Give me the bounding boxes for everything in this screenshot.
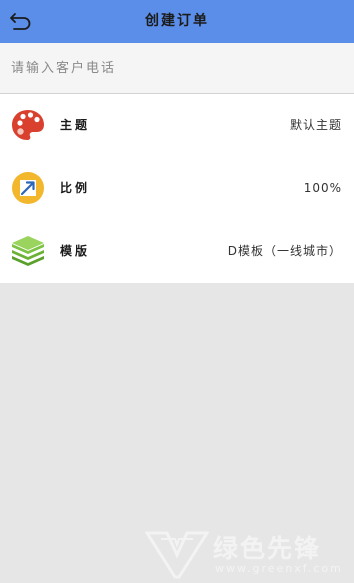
theme-value: 默认主题 (289, 118, 342, 132)
phone-row (0, 43, 354, 94)
template-label: 模版 (60, 244, 91, 258)
scale-label: 比例 (60, 181, 91, 195)
settings-list: 主题 默认主题 比例 100% 模版 D模板（一线城市） (0, 94, 354, 283)
template-row[interactable]: 模版 D模板（一线城市） (0, 220, 354, 283)
customer-phone-input[interactable] (0, 43, 354, 93)
page-title: 创建订单 (145, 13, 209, 29)
palette-icon (12, 110, 44, 140)
theme-row[interactable]: 主题 默认主题 (0, 94, 354, 157)
layers-icon (12, 236, 44, 266)
theme-label: 主题 (60, 118, 91, 132)
resize-icon (12, 172, 44, 204)
watermark-logo-icon (145, 531, 209, 579)
watermark-url: www.greenxf.com (215, 562, 343, 575)
scale-row[interactable]: 比例 100% (0, 157, 354, 220)
template-value: D模板（一线城市） (227, 244, 342, 258)
watermark: 绿色先锋 www.greenxf.com (145, 527, 345, 581)
app-header: 创建订单 (0, 0, 354, 43)
watermark-brand: 绿色先锋 (213, 534, 322, 563)
scale-value: 100% (303, 181, 342, 195)
